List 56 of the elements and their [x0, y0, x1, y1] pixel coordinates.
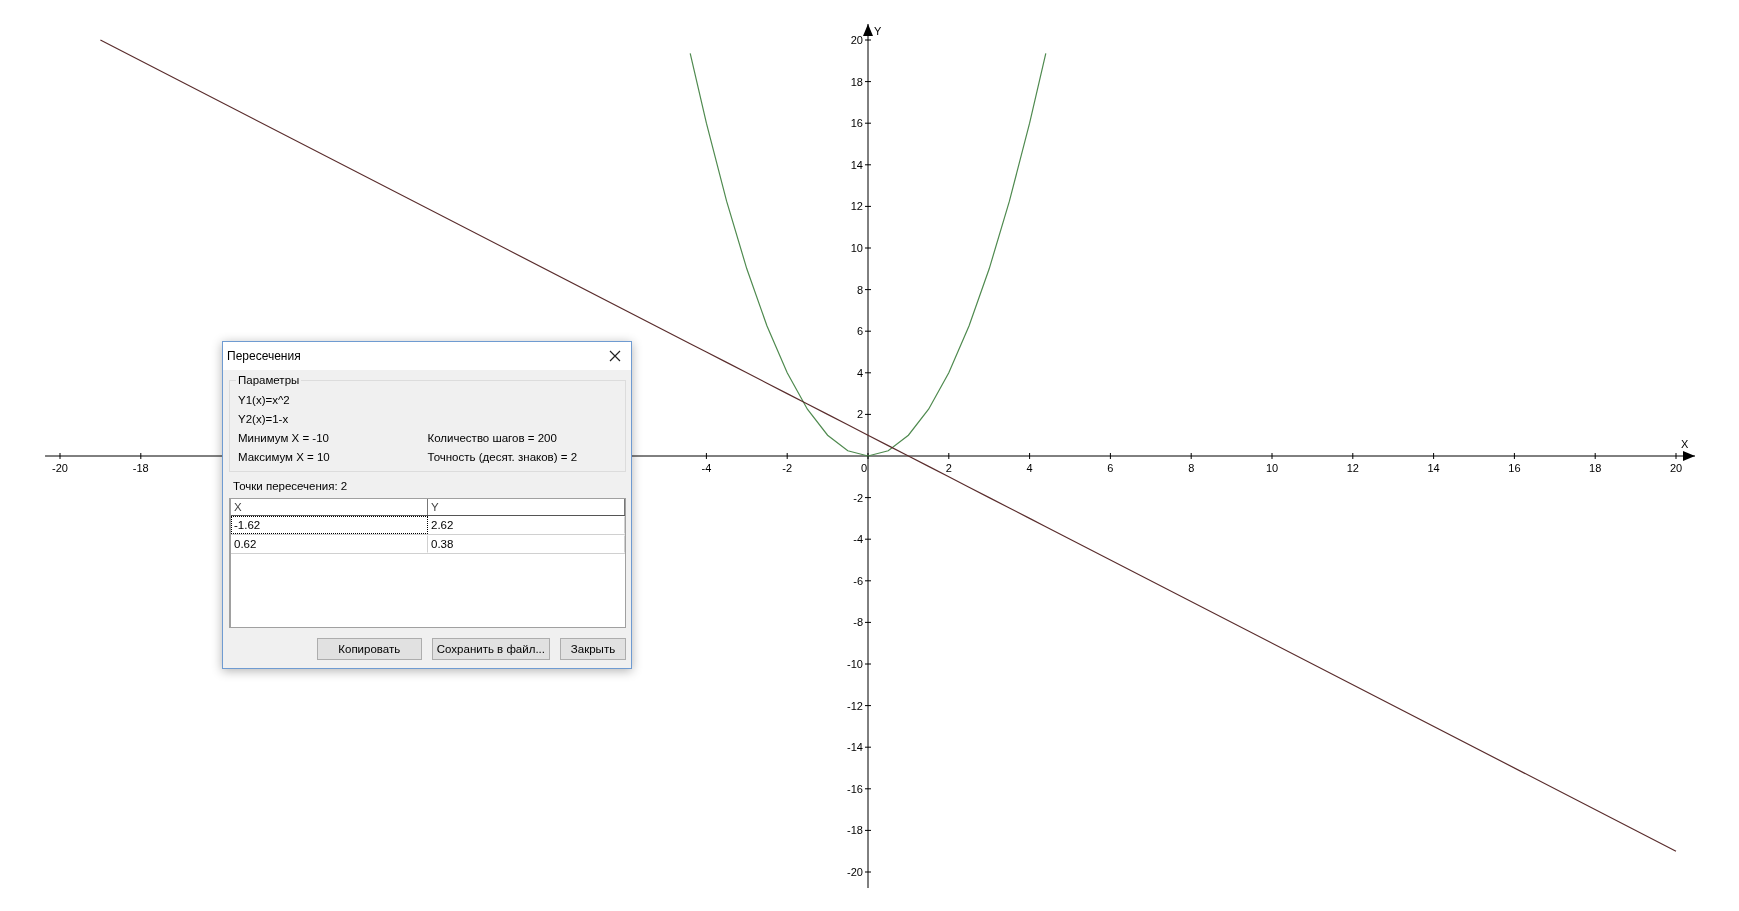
tick-label: 4	[856, 366, 863, 379]
tick-label: 14	[1427, 462, 1440, 474]
column-header[interactable]: Y	[428, 499, 625, 515]
tick-label: 20	[850, 34, 863, 46]
tick-label: 12	[850, 200, 863, 213]
tick-label: -4	[701, 462, 712, 474]
tick-label: -2	[853, 491, 863, 504]
tick-label: 14	[850, 158, 863, 171]
tick-label: -10	[847, 658, 863, 670]
tick-label: 6	[1107, 462, 1114, 474]
tick-label: 18	[850, 75, 863, 88]
table-cell[interactable]: 2.62	[428, 516, 625, 534]
tick-label: 8	[856, 283, 863, 296]
dialog-button[interactable]: Сохранить в файл...	[431, 638, 550, 660]
table-cell[interactable]: 0.62	[231, 535, 428, 553]
parameter-text: Минимум X = -10	[238, 431, 330, 446]
tick-label: -2	[782, 462, 793, 474]
axis-label: X	[1681, 438, 1689, 450]
tick-label: -20	[847, 866, 863, 878]
tick-label: 16	[1508, 462, 1521, 474]
intersection-count: Точки пересечения: 2	[233, 480, 349, 492]
tick-label: -20	[52, 462, 68, 474]
tick-label: 6	[856, 325, 863, 338]
tick-label: -14	[847, 741, 863, 754]
tick-label: -8	[853, 616, 863, 629]
parameter-text: Максимум X = 10	[238, 450, 331, 465]
tick-label: -16	[847, 782, 863, 795]
tick-label: 10	[850, 242, 863, 254]
axis-label: Y	[874, 25, 882, 37]
tick-label: 8	[1188, 462, 1195, 474]
tick-label: -4	[853, 533, 863, 546]
formula-text: Y2(x)=1-x	[238, 412, 290, 427]
group-title: Параметры	[236, 374, 302, 386]
tick-label: 10	[1265, 462, 1279, 474]
tick-label: -12	[847, 699, 863, 712]
table-cell[interactable]: 0.38	[428, 535, 625, 553]
dialog-button[interactable]: Копировать	[316, 638, 422, 660]
parameter-text: Количество шагов = 200	[427, 431, 558, 446]
close-icon[interactable]	[607, 348, 623, 364]
tick-label: 18	[1589, 462, 1602, 474]
tick-label: 20	[1669, 462, 1683, 474]
tick-label: 4	[1026, 462, 1033, 474]
tick-label: 2	[856, 408, 863, 421]
table-cell[interactable]: -1.62	[231, 516, 428, 534]
dialog-button[interactable]: Закрыть	[560, 638, 626, 660]
tick-label: 2	[945, 462, 952, 474]
window-title: Пересечения	[227, 349, 301, 363]
tick-label: 16	[850, 117, 863, 130]
tick-label: -6	[853, 574, 863, 587]
tick-label: 0	[860, 462, 868, 474]
parameter-text: Точность (десят. знаков) = 2	[427, 450, 579, 465]
tick-label: -18	[132, 462, 149, 474]
tick-label: -18	[847, 824, 863, 837]
formula-text: Y1(x)=x^2	[238, 393, 291, 408]
column-header[interactable]: X	[231, 499, 428, 515]
tick-label: 12	[1346, 462, 1359, 474]
